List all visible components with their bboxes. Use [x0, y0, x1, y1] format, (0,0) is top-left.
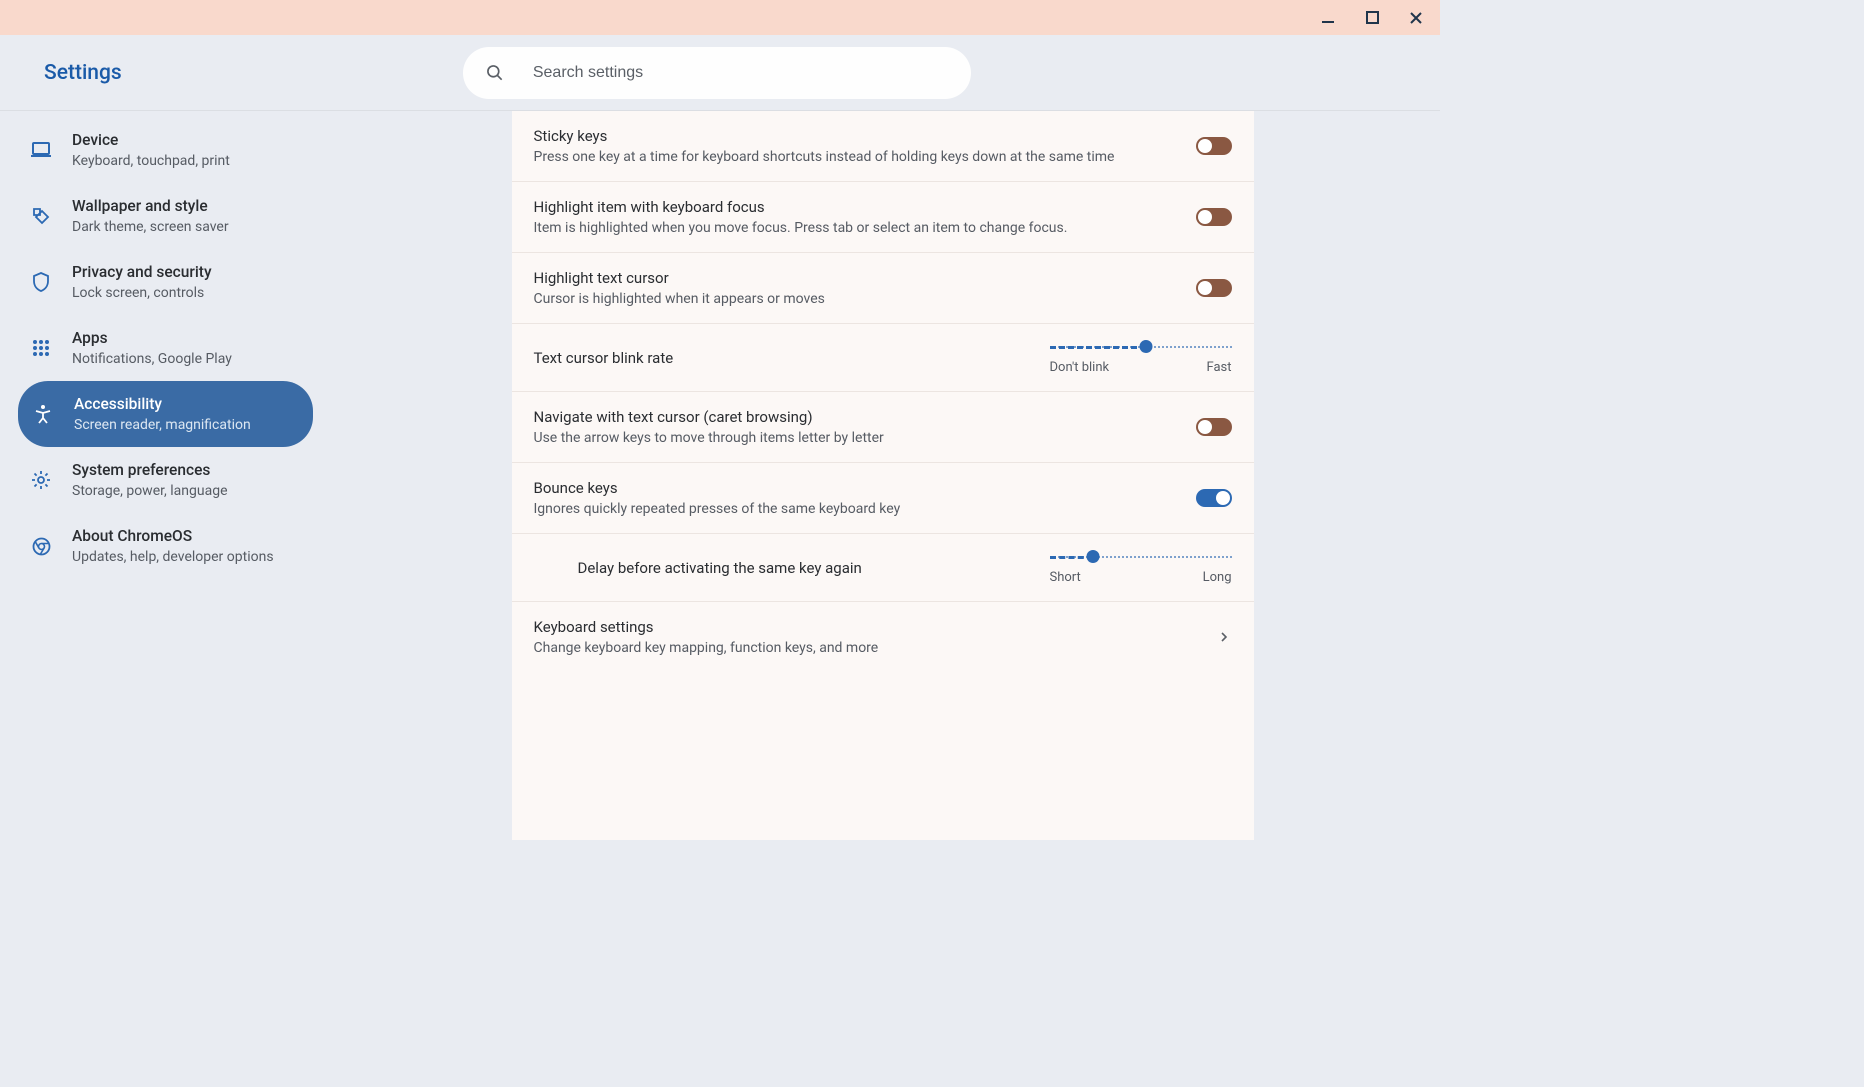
sidebar-item-sub: Keyboard, touchpad, print — [72, 153, 230, 169]
setting-caret-browsing[interactable]: Navigate with text cursor (caret browsin… — [512, 392, 1254, 463]
slider-blink-rate[interactable] — [1050, 340, 1232, 354]
shield-icon — [30, 271, 52, 293]
setting-title: Keyboard settings — [534, 618, 1200, 636]
sidebar-item-sub: Screen reader, magnification — [74, 417, 251, 433]
sidebar-item-label: Accessibility — [74, 395, 251, 413]
slider-min-label: Short — [1050, 570, 1081, 585]
toggle-sticky-keys[interactable] — [1196, 137, 1232, 155]
toggle-highlight-cursor[interactable] — [1196, 279, 1232, 297]
slider-bounce-delay[interactable] — [1050, 550, 1232, 564]
sidebar-item-sub: Lock screen, controls — [72, 285, 212, 301]
setting-title: Highlight item with keyboard focus — [534, 198, 1180, 216]
minimize-icon — [1321, 11, 1335, 25]
close-icon — [1409, 11, 1423, 25]
setting-desc: Ignores quickly repeated presses of the … — [534, 501, 1180, 517]
setting-desc: Cursor is highlighted when it appears or… — [534, 291, 1180, 307]
style-icon — [30, 205, 52, 227]
sidebar-item-label: Apps — [72, 329, 232, 347]
setting-title: Bounce keys — [534, 479, 1180, 497]
sidebar-item-accessibility[interactable]: Accessibility Screen reader, magnificati… — [18, 381, 313, 447]
setting-desc: Use the arrow keys to move through items… — [534, 430, 1180, 446]
search-wrap — [122, 47, 1312, 99]
search-box[interactable] — [463, 47, 971, 99]
close-button[interactable] — [1404, 6, 1428, 30]
setting-desc: Item is highlighted when you move focus.… — [534, 220, 1180, 236]
sidebar-item-label: About ChromeOS — [72, 527, 274, 545]
apps-grid-icon — [30, 337, 52, 359]
setting-bounce-keys[interactable]: Bounce keys Ignores quickly repeated pre… — [512, 463, 1254, 534]
sidebar-item-about[interactable]: About ChromeOS Updates, help, developer … — [0, 513, 305, 579]
sidebar-item-label: System preferences — [72, 461, 228, 479]
setting-desc: Press one key at a time for keyboard sho… — [534, 149, 1180, 165]
setting-sticky-keys[interactable]: Sticky keys Press one key at a time for … — [512, 111, 1254, 182]
slider-max-label: Long — [1203, 570, 1232, 585]
slider-max-label: Fast — [1206, 360, 1231, 375]
setting-highlight-cursor[interactable]: Highlight text cursor Cursor is highligh… — [512, 253, 1254, 324]
sidebar-item-label: Privacy and security — [72, 263, 212, 281]
body-area: Device Keyboard, touchpad, print Wallpap… — [0, 111, 1440, 840]
slider-min-label: Don't blink — [1050, 360, 1110, 375]
setting-title: Navigate with text cursor (caret browsin… — [534, 408, 1180, 426]
sidebar-item-sub: Dark theme, screen saver — [72, 219, 229, 235]
minimize-button[interactable] — [1316, 6, 1340, 30]
setting-title: Text cursor blink rate — [534, 349, 1034, 367]
setting-desc: Change keyboard key mapping, function ke… — [534, 640, 1200, 656]
search-input[interactable] — [533, 64, 949, 82]
sidebar-item-apps[interactable]: Apps Notifications, Google Play — [0, 315, 305, 381]
chrome-icon — [30, 535, 52, 557]
maximize-button[interactable] — [1360, 6, 1384, 30]
laptop-icon — [30, 139, 52, 161]
setting-highlight-focus[interactable]: Highlight item with keyboard focus Item … — [512, 182, 1254, 253]
sidebar-item-device[interactable]: Device Keyboard, touchpad, print — [0, 117, 305, 183]
setting-keyboard-link[interactable]: Keyboard settings Change keyboard key ma… — [512, 602, 1254, 672]
sidebar-item-sub: Notifications, Google Play — [72, 351, 232, 367]
sidebar-item-sub: Storage, power, language — [72, 483, 228, 499]
toggle-highlight-focus[interactable] — [1196, 208, 1232, 226]
sidebar-item-label: Device — [72, 131, 230, 149]
gear-icon — [30, 469, 52, 491]
content-area: Sticky keys Press one key at a time for … — [325, 111, 1440, 840]
app-header: Settings — [0, 35, 1440, 111]
sidebar-item-wallpaper[interactable]: Wallpaper and style Dark theme, screen s… — [0, 183, 305, 249]
sidebar-item-label: Wallpaper and style — [72, 197, 229, 215]
chevron-right-icon — [1216, 632, 1232, 642]
sidebar: Device Keyboard, touchpad, print Wallpap… — [0, 111, 325, 840]
toggle-bounce-keys[interactable] — [1196, 489, 1232, 507]
sidebar-item-sub: Updates, help, developer options — [72, 549, 274, 565]
settings-panel: Sticky keys Press one key at a time for … — [512, 111, 1254, 840]
toggle-caret-browsing[interactable] — [1196, 418, 1232, 436]
window-titlebar — [0, 0, 1440, 35]
setting-title: Sticky keys — [534, 127, 1180, 145]
accessibility-icon — [32, 403, 54, 425]
sidebar-item-system[interactable]: System preferences Storage, power, langu… — [0, 447, 305, 513]
setting-bounce-delay: Delay before activating the same key aga… — [512, 534, 1254, 602]
app-title: Settings — [44, 61, 122, 85]
setting-blink-rate: Text cursor blink rate Don't blink Fast — [512, 324, 1254, 392]
sidebar-item-privacy[interactable]: Privacy and security Lock screen, contro… — [0, 249, 305, 315]
search-icon — [485, 63, 505, 83]
maximize-icon — [1366, 11, 1379, 24]
setting-title: Delay before activating the same key aga… — [578, 559, 1034, 577]
setting-title: Highlight text cursor — [534, 269, 1180, 287]
